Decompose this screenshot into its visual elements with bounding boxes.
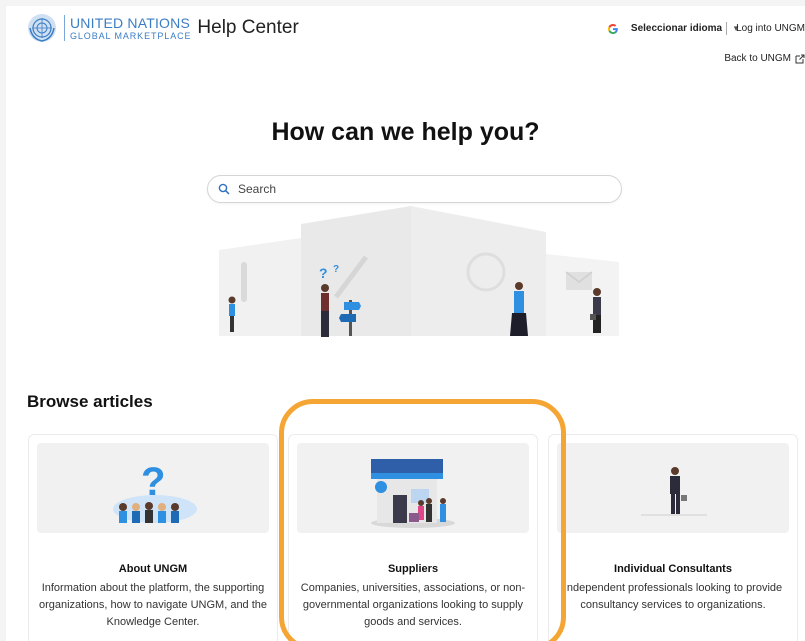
svg-text:?: ? [141,460,165,504]
card-individual-consultants[interactable]: Individual Consultants Independent profe… [548,434,798,641]
card-title: Individual Consultants [614,563,732,575]
page-title: How can we help you? [271,118,540,146]
card-about-ungm[interactable]: ? About UNGM Information about the platf… [28,434,278,641]
card-title: Suppliers [387,563,439,575]
help-illustration: ? ? [219,206,619,337]
login-link[interactable]: Log into UNGM [736,23,805,34]
card-title: About UNGM [118,563,188,575]
language-selector[interactable]: Seleccionar idioma ▼ [607,22,740,35]
card-image [557,443,789,533]
logo-divider [64,15,65,41]
search-bar[interactable] [207,175,622,203]
back-to-ungm-label: Back to UNGM [724,53,791,64]
card-image: ? [37,443,269,533]
card-description: Companies, universities, associations, o… [300,582,526,628]
card-description: Information about the platform, the supp… [38,582,268,628]
help-center-page: UNITED NATIONS GLOBAL MARKETPLACE Help C… [6,6,805,641]
store-icon [371,459,455,528]
back-to-ungm-link[interactable]: Back to UNGM [724,53,805,64]
help-center-title: Help Center [197,17,299,38]
google-icon [607,23,618,34]
card-image [297,443,529,533]
card-suppliers[interactable]: Suppliers Companies, universities, assoc… [288,434,538,641]
language-label: Seleccionar idioma [630,23,723,34]
search-input[interactable] [236,181,600,197]
browse-articles-heading: Browse articles [27,392,153,411]
logo-text: UNITED NATIONS GLOBAL MARKETPLACE [70,16,191,41]
external-link-icon [795,54,805,63]
svg-text:?: ? [333,264,339,275]
consultant-icon [641,467,707,516]
language-separator [726,22,728,35]
svg-text:?: ? [319,265,328,281]
un-emblem-icon [28,14,56,42]
logo-line2: GLOBAL MARKETPLACE [70,30,192,41]
search-icon [218,183,230,195]
logo-line1: UNITED NATIONS [70,14,190,31]
question-people-icon: ? [113,460,197,523]
ungm-logo[interactable]: UNITED NATIONS GLOBAL MARKETPLACE Help C… [26,12,299,44]
card-description: Independent professionals looking to pro… [563,582,783,611]
